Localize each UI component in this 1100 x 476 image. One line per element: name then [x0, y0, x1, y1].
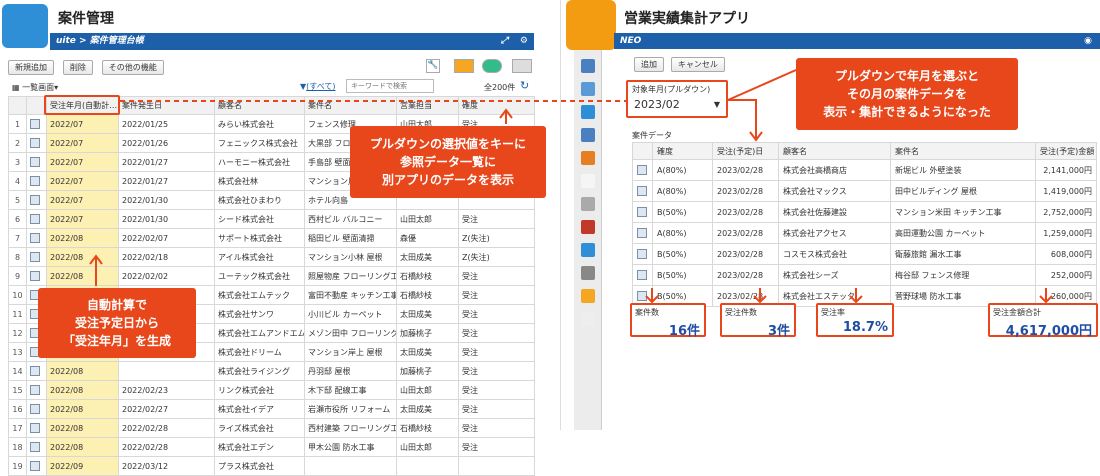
- table-row[interactable]: 18 2022/08 2022/02/28 株式会社エデン 甲木公園 防水工事 山田太郎受…: [8, 437, 535, 457]
- cell: 株式会社エデン: [214, 437, 305, 457]
- callout-center: プルダウンの選択値をキーに 参照データ一覧に 別アプリのデータを表示: [350, 126, 546, 198]
- record-icon[interactable]: [26, 437, 47, 457]
- cell: 2022/08: [46, 437, 119, 457]
- cell: 2022/09: [46, 456, 119, 476]
- cell: [396, 456, 459, 476]
- cell: プラス株式会社: [214, 456, 305, 476]
- cell: 2022/03/12: [118, 456, 215, 476]
- cell: 受注: [458, 437, 535, 457]
- highlight-column-header: [44, 95, 120, 115]
- table-row[interactable]: 19 2022/09 2022/03/12 プラス株式会社: [8, 456, 535, 476]
- cell: [458, 456, 535, 476]
- row-number: 18: [8, 437, 27, 457]
- callout-left: 自動計算で 受注予定日から 「受注年月」を生成: [38, 288, 196, 358]
- record-icon[interactable]: [26, 456, 47, 476]
- cell: 山田太郎: [396, 437, 459, 457]
- cell: [304, 456, 397, 476]
- callout-right: プルダウンで年月を選ぶと その月の案件データを 表示・集計できるようになった: [796, 58, 1018, 130]
- cell: 甲木公園 防水工事: [304, 437, 397, 457]
- cell: 2022/02/28: [118, 437, 215, 457]
- row-number: 19: [8, 456, 27, 476]
